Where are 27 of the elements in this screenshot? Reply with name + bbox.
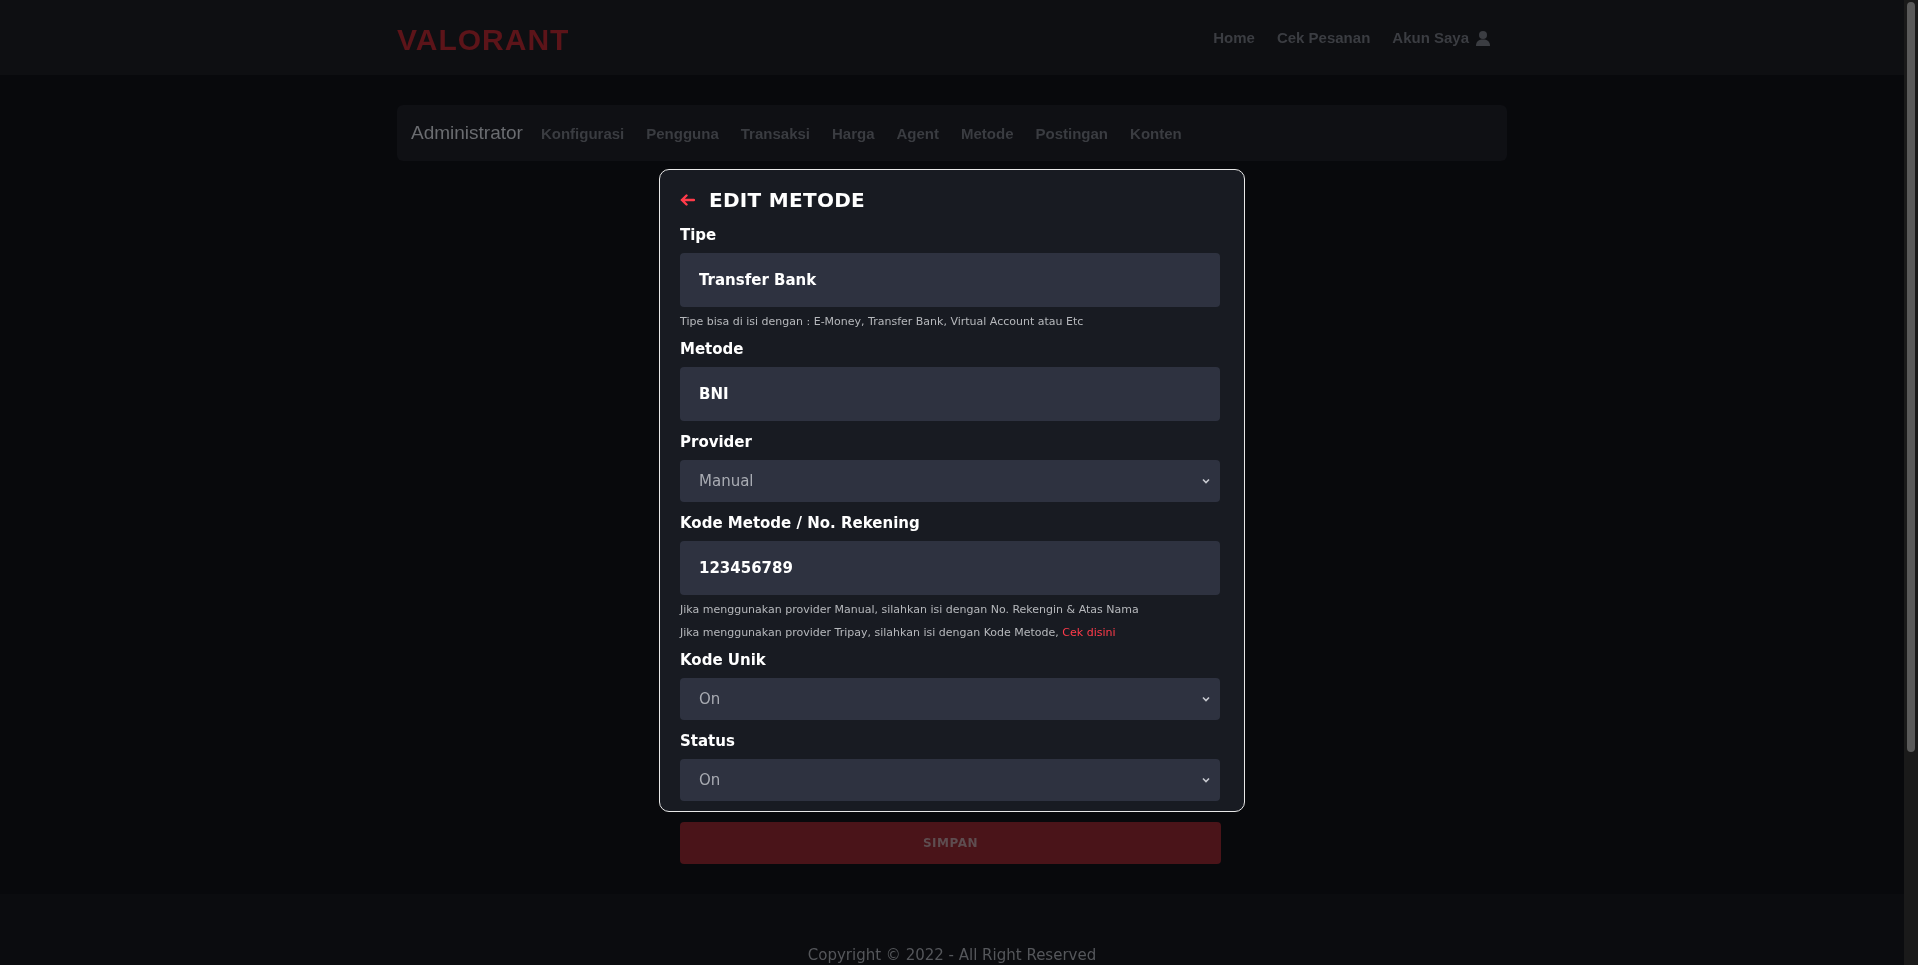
select-dropdown[interactable]: Manual [680, 460, 1220, 502]
help-text: Jika menggunakan provider Tripay, silahkan isi dengan Kode Metode, Cek disini [680, 626, 1117, 639]
user-icon [1475, 29, 1491, 46]
help-text: Jika menggunakan provider Manual, silahkan isi dengan No. Rekengin & Atas Nama [680, 603, 1140, 616]
help-text: Tipe bisa di isi dengan : E-Money, Transfer Bank, Virtual Account atau Etc [680, 315, 1085, 328]
select-dropdown[interactable]: On [680, 759, 1220, 801]
text-field[interactable]: 123456789 [680, 541, 1220, 595]
back-arrow-icon[interactable] [680, 194, 695, 206]
field-label: Status [680, 732, 736, 750]
chevron-down-icon [1202, 777, 1210, 783]
field-label: Tipe [680, 226, 718, 244]
text-field[interactable]: Transfer Bank [680, 253, 1220, 307]
valorant-logo[interactable]: VALORANT [397, 22, 570, 57]
save-button[interactable]: SIMPAN [680, 822, 1221, 864]
field-label: Kode Metode / No. Rekening [680, 514, 921, 532]
chevron-down-icon [1202, 478, 1210, 484]
scrollbar[interactable] [1904, 0, 1918, 965]
text-field[interactable]: BNI [680, 367, 1220, 421]
field-label: Kode Unik [680, 651, 767, 669]
chevron-down-icon [1202, 696, 1210, 702]
copyright-text: Copyright © 2022 - All Right Reserved [807, 946, 1097, 964]
select-dropdown[interactable]: On [680, 678, 1220, 720]
form-title: EDIT METODE [709, 188, 866, 212]
field-label: Metode [680, 340, 745, 358]
field-label: Provider [680, 433, 753, 451]
help-link[interactable]: Cek disini [1062, 626, 1116, 639]
admin-title: Administrator [411, 122, 523, 144]
